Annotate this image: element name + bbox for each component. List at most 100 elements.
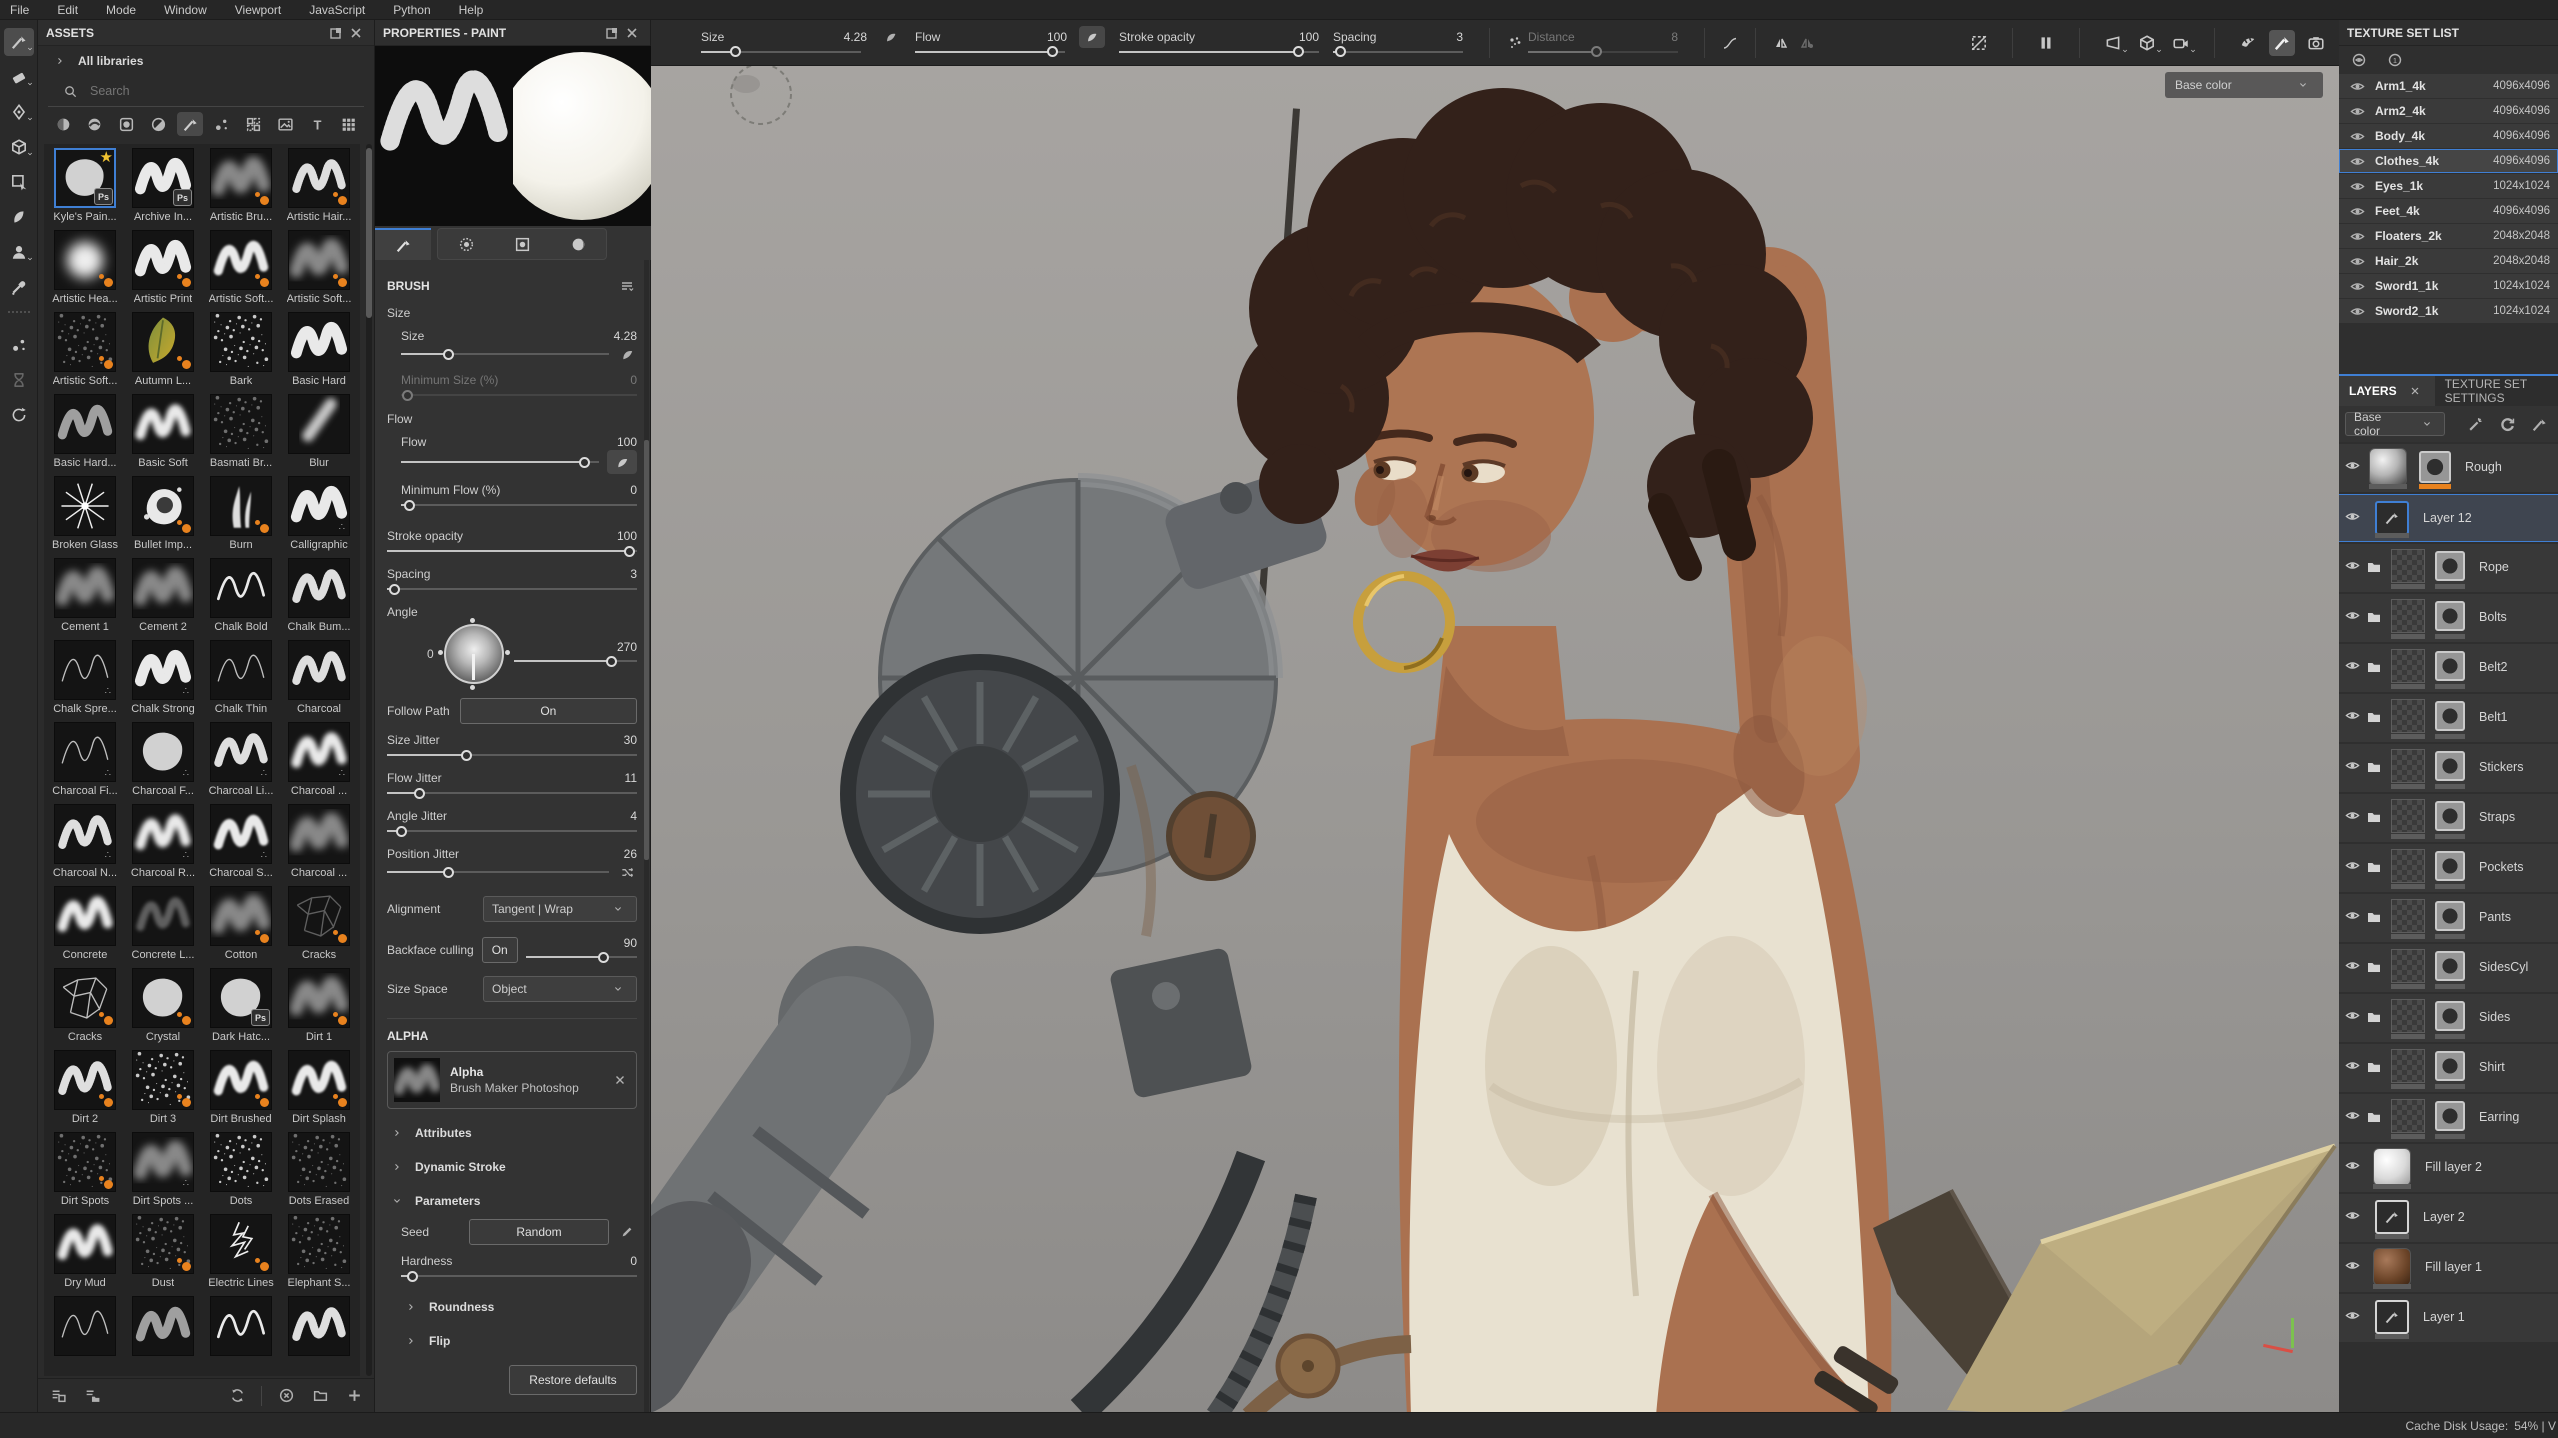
properties-scrollbar[interactable] (644, 260, 649, 1412)
assets-breadcrumb[interactable]: All libraries (38, 46, 374, 76)
environment-icon[interactable] (2235, 30, 2261, 56)
eye-icon[interactable] (2345, 1208, 2360, 1226)
attributes-collapse[interactable]: Attributes (387, 1123, 637, 1143)
pause-icon[interactable] (2033, 30, 2059, 56)
brush-asset[interactable]: Artistic Print (126, 230, 200, 312)
filter-particles-icon[interactable] (209, 112, 235, 136)
eye-icon[interactable] (2345, 608, 2360, 626)
brush-asset[interactable]: Cement 2 (126, 558, 200, 640)
brush-asset[interactable]: Bullet Imp... (126, 476, 200, 558)
eye-icon[interactable] (2345, 1258, 2360, 1276)
brush-asset[interactable]: ∴ Calligraphic (282, 476, 356, 558)
viewport-channel-dropdown[interactable]: Base color (2165, 72, 2323, 98)
brush-asset[interactable]: Basic Soft (126, 394, 200, 476)
texture-set-row[interactable]: Arm1_4k 4096x4096 (2339, 74, 2558, 98)
angle-dial[interactable] (444, 624, 504, 684)
min-flow-slider-row[interactable]: Minimum Flow (%) 0 (401, 482, 637, 512)
paint-tool[interactable] (4, 28, 34, 56)
group-thumbnail[interactable] (2391, 1099, 2425, 1133)
brush-asset[interactable]: Chalk Thin (204, 640, 278, 722)
tab-alpha[interactable] (438, 228, 494, 260)
layer-row[interactable]: Pants (2339, 894, 2558, 942)
brush-asset[interactable]: Artistic Hair... (282, 148, 356, 230)
eye-icon[interactable] (2345, 1058, 2360, 1076)
falloff-curve-icon[interactable] (1717, 30, 1743, 56)
folder-icon[interactable] (2366, 1109, 2382, 1128)
sync-visibility-icon[interactable] (2349, 50, 2369, 70)
filter-procedurals-icon[interactable] (145, 112, 171, 136)
layer-row[interactable]: SidesCyl (2339, 944, 2558, 992)
layer-row[interactable]: Rough (2339, 444, 2558, 492)
sync-icon[interactable] (227, 1386, 247, 1406)
alignment-dropdown[interactable]: Tangent | Wrap (483, 896, 637, 922)
menu-help[interactable]: Help (459, 3, 484, 17)
search-input[interactable] (88, 83, 312, 99)
texture-set-row[interactable]: Floaters_2k 2048x2048 (2339, 224, 2558, 248)
perspective-view-icon[interactable] (2100, 30, 2126, 56)
alpha-resource-card[interactable]: Alpha Brush Maker Photoshop (387, 1051, 637, 1109)
brush-asset[interactable] (204, 1296, 278, 1376)
brush-asset[interactable]: ★Ps Kyle's Pain... (48, 148, 122, 230)
menu-python[interactable]: Python (393, 3, 430, 17)
cancel-sync-icon[interactable] (276, 1386, 296, 1406)
pen-pressure-icon[interactable] (881, 27, 901, 47)
brush-asset[interactable]: ∴ Dirt Spots ... (126, 1132, 200, 1214)
pen-pressure-icon[interactable] (617, 344, 637, 364)
group-thumbnail[interactable] (2391, 699, 2425, 733)
eye-icon[interactable] (2345, 1108, 2360, 1126)
assets-scrollbar[interactable] (366, 144, 372, 1376)
eye-icon[interactable] (2345, 1008, 2360, 1026)
hardness-row[interactable]: Hardness 0 (401, 1253, 637, 1283)
min-size-slider-row[interactable]: Minimum Size (%) 0 (401, 372, 637, 402)
filter-brushes-icon[interactable] (177, 112, 203, 136)
follow-path-toggle[interactable]: On (460, 698, 637, 724)
paint-thumbnail[interactable] (2375, 1200, 2409, 1234)
brush-asset[interactable]: Dirt 2 (48, 1050, 122, 1132)
brush-asset[interactable]: Broken Glass (48, 476, 122, 558)
reset-view-tool[interactable] (4, 401, 34, 429)
position-jitter-row[interactable]: Position Jitter 26 (387, 846, 637, 882)
tab-brush[interactable] (375, 228, 431, 260)
folder-icon[interactable] (2366, 559, 2382, 578)
dynamic-stroke-collapse[interactable]: Dynamic Stroke (387, 1157, 637, 1177)
layer-row[interactable]: Pockets (2339, 844, 2558, 892)
folder-icon[interactable] (2366, 659, 2382, 678)
brush-asset[interactable]: Ps Dark Hatc... (204, 968, 278, 1050)
paint-thumbnail[interactable] (2375, 1300, 2409, 1334)
particles-tool[interactable] (4, 331, 34, 359)
eye-icon[interactable] (2345, 509, 2360, 527)
screenshot-icon[interactable] (2303, 30, 2329, 56)
layer-row[interactable]: Belt1 (2339, 694, 2558, 742)
solo-3d-view-icon[interactable] (2134, 30, 2160, 56)
eye-icon[interactable] (2345, 708, 2360, 726)
filter-text-icon[interactable]: T (304, 112, 330, 136)
eye-icon[interactable] (2345, 1158, 2360, 1176)
seed-random-button[interactable]: Random (469, 1219, 609, 1245)
folder-icon[interactable] (2366, 609, 2382, 628)
folder-icon[interactable] (2366, 909, 2382, 928)
folder-icon[interactable] (2366, 859, 2382, 878)
brush-asset[interactable]: Dots (204, 1132, 278, 1214)
folder-icon[interactable] (2366, 759, 2382, 778)
folder-icon[interactable] (2366, 1009, 2382, 1028)
mask-thumbnail[interactable] (2435, 1001, 2465, 1031)
toolbar-flow-control[interactable]: Flow 100 (915, 29, 1105, 57)
eye-icon[interactable] (2347, 126, 2367, 146)
brush-asset[interactable]: Concrete L... (126, 886, 200, 968)
add-paint-layer-icon[interactable] (2529, 414, 2549, 434)
group-thumbnail[interactable] (2391, 549, 2425, 583)
menu-edit[interactable]: Edit (57, 3, 78, 17)
edit-pencil-icon[interactable] (617, 1222, 637, 1242)
mask-thumbnail[interactable] (2435, 651, 2465, 681)
fill-thumbnail[interactable] (2373, 1148, 2411, 1186)
size-jitter-row[interactable]: Size Jitter 30 (387, 732, 637, 762)
layer-row[interactable]: Earring (2339, 1094, 2558, 1142)
texture-set-row[interactable]: Sword2_1k 1024x1024 (2339, 299, 2558, 323)
add-smart-material-icon[interactable] (2497, 414, 2517, 434)
projection-tool[interactable] (4, 98, 34, 126)
restore-defaults-button[interactable]: Restore defaults (509, 1365, 637, 1395)
camera-view-icon[interactable] (2168, 30, 2194, 56)
eye-icon[interactable] (2347, 251, 2367, 271)
eye-icon[interactable] (2347, 76, 2367, 96)
close-icon[interactable] (622, 23, 642, 43)
